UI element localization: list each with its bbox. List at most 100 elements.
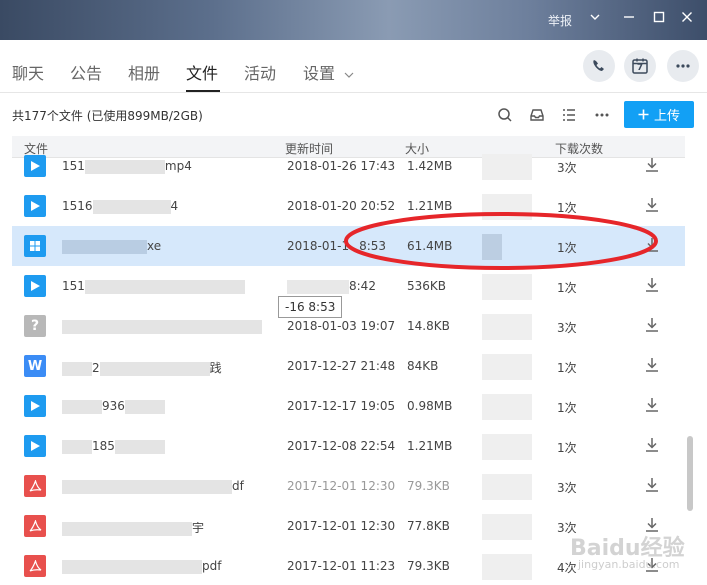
file-time: 2017-12-17 19:05: [287, 399, 396, 413]
file-row[interactable]: 151 mp4 2018-01-26 17:43 1.42MB 3次: [12, 146, 685, 186]
file-time: 2018-01-1 8:53: [287, 239, 387, 253]
file-name: 936: [62, 399, 282, 414]
file-time: 2017-12-01 12:30: [287, 479, 396, 493]
video-file-icon: [24, 195, 46, 217]
upload-button[interactable]: 上传: [624, 101, 694, 128]
tab-chat[interactable]: 聊天: [12, 60, 44, 84]
file-time: 2017-12-27 21:48: [287, 359, 396, 373]
calendar-day: 7: [636, 63, 644, 73]
file-size: 79.3KB: [407, 479, 450, 493]
download-icon[interactable]: [644, 437, 660, 453]
calendar-button[interactable]: 7: [624, 50, 656, 82]
word-file-icon: W: [24, 355, 46, 377]
list-scrollbar[interactable]: [685, 136, 695, 585]
scroll-thumb[interactable]: [687, 436, 693, 511]
file-time: 2017-12-01 12:30: [287, 519, 396, 533]
file-name: df: [62, 479, 282, 494]
file-size: 1.21MB: [407, 439, 453, 453]
download-icon[interactable]: [644, 317, 660, 333]
file-size: 61.4MB: [407, 239, 453, 253]
tab-activity[interactable]: 活动: [244, 60, 276, 84]
download-count: 3次: [557, 481, 577, 495]
file-toolbar: 共177个文件 (已使用899MB/2GB) 上传: [0, 92, 707, 136]
more-icon[interactable]: [592, 105, 612, 125]
tab-settings[interactable]: 设置: [303, 60, 354, 84]
tab-album[interactable]: 相册: [128, 60, 160, 84]
file-size: 14.8KB: [407, 319, 450, 333]
download-icon[interactable]: [644, 237, 660, 253]
minimize-icon[interactable]: [620, 10, 638, 28]
file-time: 8:42: [287, 279, 376, 294]
file-row-selected[interactable]: xe 2018-01-1 8:53 61.4MB 1次: [12, 226, 685, 266]
plus-icon: [638, 109, 649, 120]
video-file-icon: [24, 395, 46, 417]
pdf-file-icon: [24, 515, 46, 537]
chevron-down-icon[interactable]: [586, 10, 604, 28]
tab-bar: 聊天 公告 相册 文件 活动 设置 7: [0, 40, 707, 92]
file-size: 536KB: [407, 279, 447, 293]
upload-label: 上传: [653, 109, 680, 124]
file-row[interactable]: df 2017-12-01 12:30 79.3KB 3次: [12, 466, 685, 506]
file-row[interactable]: 936 2017-12-17 19:05 0.98MB 1次: [12, 386, 685, 426]
file-row[interactable]: ? 2018-01-03 19:07 14.8KB 3次: [12, 306, 685, 346]
file-size: 84KB: [407, 359, 439, 373]
download-icon[interactable]: [644, 357, 660, 373]
file-name: 1516 4: [62, 199, 179, 214]
file-row[interactable]: W 2践 2017-12-27 21:48 84KB 1次: [12, 346, 685, 386]
file-name: 2践: [62, 359, 282, 376]
watermark-sub: jingyan.baidu.com: [578, 558, 680, 571]
pdf-file-icon: [24, 555, 46, 577]
file-time: 2018-01-03 19:07: [287, 319, 396, 333]
more-icon: [676, 64, 690, 68]
report-link[interactable]: 举报: [548, 12, 572, 29]
phone-icon: [593, 60, 604, 71]
file-list: 151 mp4 2018-01-26 17:43 1.42MB 3次 1516 4 …: [12, 146, 685, 585]
unknown-file-icon: ?: [24, 315, 46, 337]
time-tooltip: -16 8:53: [278, 296, 343, 318]
download-count: 1次: [557, 201, 577, 215]
pdf-file-icon: [24, 475, 46, 497]
tab-announcement[interactable]: 公告: [70, 60, 102, 84]
file-name: pdf: [62, 559, 282, 574]
watermark-logo: Baidu经验 jingyan.baidu.com: [530, 530, 700, 580]
file-time: 2017-12-01 11:23: [287, 559, 396, 573]
file-size: 1.21MB: [407, 199, 453, 213]
file-count: 共177个文件 (已使用899MB/2GB): [12, 109, 203, 123]
inbox-icon[interactable]: [527, 105, 547, 125]
file-time: 2017-12-08 22:54: [287, 439, 396, 453]
download-count: 3次: [557, 161, 577, 175]
tab-settings-label: 设置: [303, 64, 336, 83]
file-row[interactable]: 185 2017-12-08 22:54 1.21MB 1次: [12, 426, 685, 466]
download-icon[interactable]: [644, 197, 660, 213]
file-size: 79.3KB: [407, 559, 450, 573]
windows-exe-icon: [24, 235, 46, 257]
file-time: 2018-01-26 17:43: [287, 159, 396, 173]
list-view-icon[interactable]: [559, 105, 579, 125]
call-button[interactable]: [583, 50, 615, 82]
file-name: xe: [62, 239, 282, 254]
file-time: 2018-01-20 20:52: [287, 199, 396, 213]
file-name: 151 mp4: [62, 159, 192, 174]
title-bar: 举报: [0, 0, 707, 40]
download-count: 3次: [557, 321, 577, 335]
file-name: 宇: [62, 519, 282, 536]
file-row[interactable]: 151 8:42 536KB 1次: [12, 266, 685, 306]
download-icon[interactable]: [644, 477, 660, 493]
file-size: 77.8KB: [407, 519, 450, 533]
download-count: 1次: [557, 281, 577, 295]
file-row[interactable]: 1516 4 2018-01-20 20:52 1.21MB 1次: [12, 186, 685, 226]
download-count: 1次: [557, 401, 577, 415]
more-button[interactable]: [667, 50, 699, 82]
close-icon[interactable]: [678, 10, 696, 28]
search-icon[interactable]: [495, 105, 515, 125]
download-icon[interactable]: [644, 397, 660, 413]
video-file-icon: [24, 435, 46, 457]
chevron-down-icon: [344, 72, 354, 78]
file-name: [62, 319, 282, 334]
download-icon[interactable]: [644, 277, 660, 293]
tab-files[interactable]: 文件: [186, 60, 218, 84]
download-count: 1次: [557, 441, 577, 455]
download-icon[interactable]: [644, 157, 660, 173]
download-count: 1次: [557, 361, 577, 375]
maximize-icon[interactable]: [650, 10, 668, 28]
